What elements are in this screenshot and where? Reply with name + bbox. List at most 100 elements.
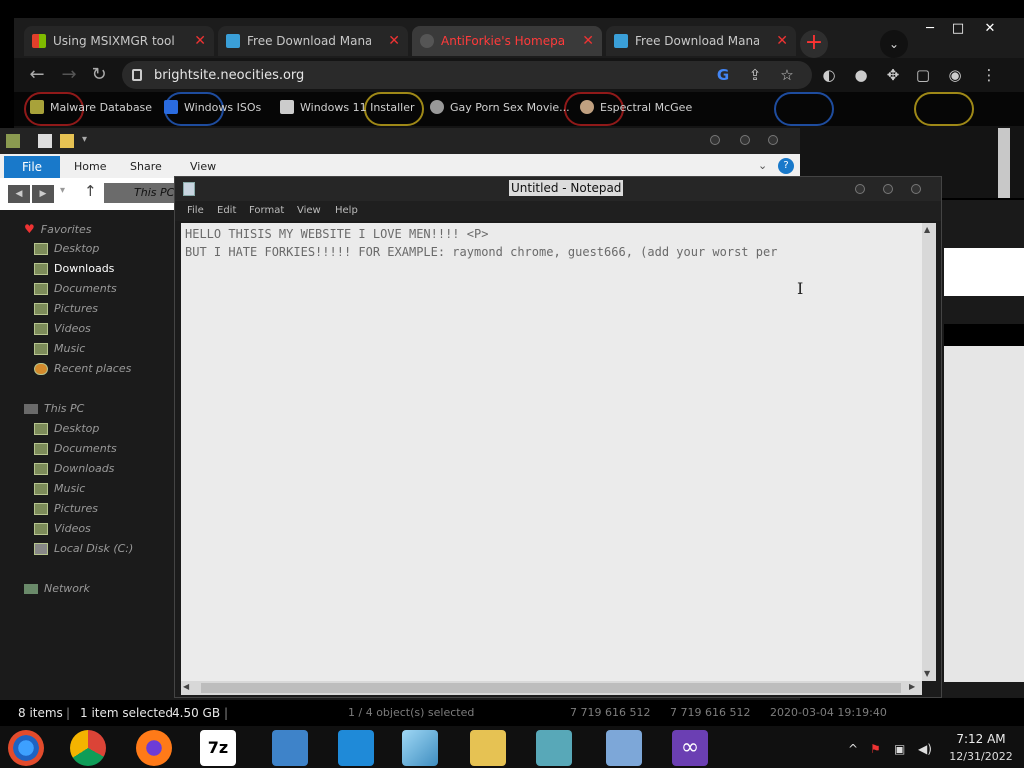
close-icon[interactable]: ✕ [194, 33, 206, 49]
nav-recent-places[interactable]: Recent places [34, 362, 131, 375]
profile-icon[interactable]: ◉ [944, 64, 966, 86]
side-panel-icon[interactable]: ▢ [912, 64, 934, 86]
new-folder-icon[interactable] [60, 134, 74, 148]
firefox-icon[interactable] [136, 730, 172, 766]
tab-share[interactable]: Share [130, 160, 162, 173]
nav-pc-music[interactable]: Music [34, 482, 85, 495]
clock-date[interactable]: 12/31/2022 [944, 750, 1018, 763]
scroll-left-icon[interactable]: ◀ [183, 682, 189, 691]
network-header[interactable]: Network [24, 582, 90, 595]
close-button[interactable] [911, 184, 921, 194]
tab-1[interactable]: Using MSIXMGR tool - / ✕ [24, 26, 214, 56]
maximize-button[interactable] [883, 184, 893, 194]
extensions-puzzle-icon[interactable]: ✥ [882, 64, 904, 86]
new-tab-button[interactable]: + [800, 30, 828, 58]
network-app-icon[interactable] [536, 730, 572, 766]
nav-pc-videos[interactable]: Videos [34, 522, 91, 535]
notepad-taskbar-icon[interactable] [402, 730, 438, 766]
menu-help[interactable]: Help [335, 205, 358, 216]
visual-studio-icon[interactable]: ∞ [672, 730, 708, 766]
nav-documents[interactable]: Documents [34, 282, 117, 295]
tab-file[interactable]: File [4, 156, 60, 178]
menu-kebab-icon[interactable]: ⋮ [978, 64, 1000, 86]
chrome-icon[interactable] [70, 730, 106, 766]
horizontal-scrollbar[interactable]: ◀ ▶ [181, 681, 922, 695]
menu-format[interactable]: Format [249, 205, 284, 216]
address-bar[interactable]: brightsite.neocities.org [122, 61, 812, 89]
forward-arrow-icon[interactable]: ▶ [32, 185, 54, 203]
close-button[interactable] [768, 135, 778, 145]
nav-downloads[interactable]: Downloads [34, 262, 114, 275]
back-arrow-icon[interactable]: ◀ [8, 185, 30, 203]
start-button-icon[interactable] [8, 730, 44, 766]
scroll-thumb[interactable] [201, 683, 901, 693]
7zip-icon[interactable]: 7z [200, 730, 236, 766]
notepad-titlebar[interactable]: Untitled - Notepad [175, 177, 941, 201]
forward-arrow-icon[interactable]: → [58, 64, 80, 86]
nav-pc-desktop[interactable]: Desktop [34, 422, 99, 435]
menu-file[interactable]: File [187, 205, 204, 216]
nav-music[interactable]: Music [34, 342, 85, 355]
close-window-button[interactable]: ✕ [976, 18, 1004, 40]
scroll-right-icon[interactable]: ▶ [909, 682, 915, 691]
close-icon[interactable]: ✕ [776, 33, 788, 49]
properties-icon[interactable] [38, 134, 52, 148]
favorites-header[interactable]: ♥ Favorites [24, 222, 91, 236]
profile-flag-icon[interactable]: ◐ [818, 64, 840, 86]
tab-4[interactable]: Free Download Manager ✕ [606, 26, 796, 56]
people-icon[interactable] [272, 730, 308, 766]
nav-pictures[interactable]: Pictures [34, 302, 98, 315]
minimize-button[interactable]: ─ [916, 18, 944, 40]
bookmark-windows-isos[interactable]: Windows ISOs [164, 100, 261, 114]
nav-pc-documents[interactable]: Documents [34, 442, 117, 455]
recent-dropdown-icon[interactable]: ▾ [60, 185, 65, 196]
minimize-button[interactable] [710, 135, 720, 145]
network-tray-icon[interactable]: ▣ [894, 742, 905, 756]
remote-desktop-icon[interactable] [606, 730, 642, 766]
file-explorer-icon[interactable] [470, 730, 506, 766]
ribbon-expand-icon[interactable]: ⌄ [758, 159, 767, 172]
nav-pc-downloads[interactable]: Downloads [34, 462, 114, 475]
minimize-button[interactable] [855, 184, 865, 194]
share-icon[interactable]: ⇪ [744, 64, 766, 86]
tab-view[interactable]: View [190, 160, 216, 173]
maximize-button[interactable]: □ [944, 18, 972, 40]
notepad-text-area[interactable]: HELLO THISIS MY WEBSITE I LOVE MEN!!!! <… [181, 223, 922, 681]
extension-avatar-icon[interactable]: ● [850, 64, 872, 86]
nav-pc-local-disk[interactable]: Local Disk (C:) [34, 542, 133, 555]
scroll-up-icon[interactable]: ▲ [924, 225, 930, 234]
tab-2[interactable]: Free Download Manager ✕ [218, 26, 408, 56]
nav-pc-pictures[interactable]: Pictures [34, 502, 98, 515]
chevron-down-icon[interactable]: ▾ [82, 134, 87, 145]
flag-icon[interactable]: ⚑ [870, 742, 881, 756]
menu-edit[interactable]: Edit [217, 205, 236, 216]
tab-home[interactable]: Home [74, 160, 106, 173]
bookmark-espectral-mcgee[interactable]: Espectral McGee [580, 100, 692, 114]
close-icon[interactable]: ✕ [582, 33, 594, 49]
scroll-down-icon[interactable]: ▼ [924, 669, 930, 678]
up-arrow-icon[interactable]: ↑ [84, 182, 97, 200]
nav-desktop[interactable]: Desktop [34, 242, 99, 255]
tab-3[interactable]: AntiForkie's Homepage ✕ [412, 26, 602, 56]
clock-time[interactable]: 7:12 AM [944, 732, 1018, 746]
menu-view[interactable]: View [297, 205, 321, 216]
maximize-button[interactable] [740, 135, 750, 145]
bookmark-video-site[interactable]: Gay Porn Sex Movie... [430, 100, 570, 114]
bookmark-star-icon[interactable]: ☆ [776, 64, 798, 86]
back-arrow-icon[interactable]: ← [26, 64, 48, 86]
tab-search-button[interactable]: ⌄ [880, 30, 908, 58]
bookmark-malware-database[interactable]: Malware Database [30, 100, 152, 114]
reload-icon[interactable]: ↻ [88, 64, 110, 86]
tray-expand-icon[interactable]: ^ [848, 742, 858, 756]
page-scrollbar[interactable] [998, 128, 1010, 198]
close-icon[interactable]: ✕ [388, 33, 400, 49]
bookmark-windows11-installer[interactable]: Windows 11 Installer [280, 100, 415, 114]
vertical-scrollbar[interactable]: ▲ ▼ [922, 223, 936, 681]
download-manager-icon[interactable] [338, 730, 374, 766]
help-icon[interactable]: ? [778, 158, 794, 174]
google-lens-icon[interactable]: G [712, 64, 734, 86]
volume-icon[interactable]: ◀) [918, 742, 932, 756]
thispc-header[interactable]: This PC [24, 402, 84, 415]
breadcrumb[interactable]: This PC [104, 183, 184, 203]
nav-videos[interactable]: Videos [34, 322, 91, 335]
